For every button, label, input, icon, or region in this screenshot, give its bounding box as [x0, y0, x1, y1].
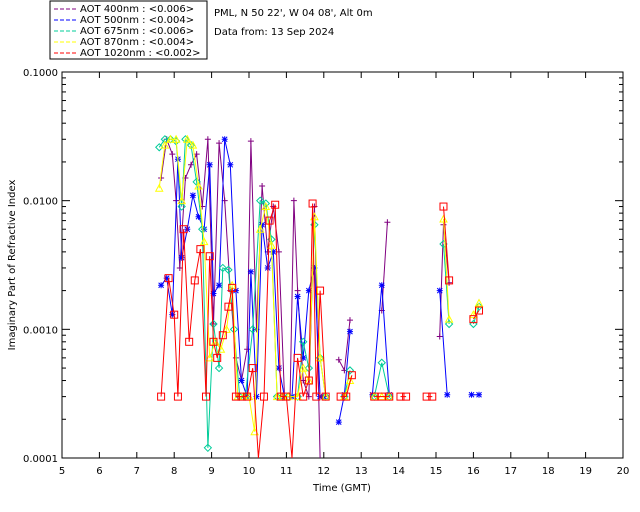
data-point: [158, 282, 165, 289]
data-point: [178, 254, 185, 261]
data-point: [436, 287, 443, 294]
data-point: [244, 346, 251, 353]
data-point: [378, 282, 385, 289]
y-tick-label: 0.0100: [23, 197, 58, 208]
x-tick-label: 19: [579, 466, 592, 477]
data-point: [290, 197, 297, 204]
site-info: PML, N 50 22', W 04 08', Alt 0m: [214, 8, 373, 19]
series-line: [158, 138, 327, 448]
legend: AOT 400nm : <0.006> AOT 500nm : <0.004> …: [49, 0, 208, 60]
data-point: [294, 287, 301, 294]
x-tick-label: 7: [134, 466, 140, 477]
data-point: [468, 391, 475, 398]
x-tick-label: 12: [317, 466, 330, 477]
data-point: [204, 136, 211, 143]
data-point: [216, 140, 223, 147]
y-tick-label: 0.1000: [23, 68, 58, 79]
data-point: [346, 317, 353, 324]
x-axis-label: Time (GMT): [312, 483, 371, 494]
data-point: [227, 161, 234, 168]
x-tick-label: 18: [542, 466, 555, 477]
data-point: [221, 136, 228, 143]
x-tick-label: 14: [392, 466, 405, 477]
data-point: [188, 161, 195, 168]
data-point: [294, 293, 301, 300]
y-tick-label: 0.0001: [23, 454, 58, 465]
series-line: [371, 285, 390, 395]
data-point: [216, 282, 223, 289]
series-line: [160, 137, 321, 459]
data-point: [247, 268, 254, 275]
legend-label-870nm: AOT 870nm : <0.004>: [80, 37, 194, 48]
legend-label-1020nm: AOT 1020nm : <0.002>: [80, 48, 200, 59]
data-point: [384, 219, 391, 226]
x-tick-label: 20: [617, 466, 630, 477]
y-axis-label: Imaginary Part of Refractive Index: [7, 180, 18, 351]
data-point: [469, 319, 478, 329]
legend-label-400nm: AOT 400nm : <0.006>: [80, 4, 194, 15]
x-tick-label: 13: [355, 466, 368, 477]
data-point: [335, 356, 342, 363]
x-tick-label: 17: [504, 466, 517, 477]
x-tick-label: 15: [430, 466, 443, 477]
data-point: [206, 161, 213, 168]
data-point: [189, 192, 196, 199]
x-tick-label: 6: [96, 466, 102, 477]
data-point: [335, 419, 342, 426]
data-point: [169, 151, 176, 158]
x-tick-label: 11: [280, 466, 293, 477]
x-tick-label: 8: [171, 466, 177, 477]
series-line: [439, 290, 448, 395]
series-line: [158, 138, 327, 432]
data-point: [444, 391, 451, 398]
data-point: [476, 391, 483, 398]
series-4: [157, 199, 484, 459]
legend-label-500nm: AOT 500nm : <0.004>: [80, 15, 194, 26]
data-point: [275, 365, 282, 372]
data-point: [259, 183, 266, 190]
x-axis: 5 6 7 8 9 10 11 12 13 14 15 16 17 18 19 20: [59, 72, 630, 477]
x-tick-label: 5: [59, 466, 65, 477]
date-info: Data from: 13 Sep 2024: [214, 27, 334, 38]
x-tick-label: 9: [208, 466, 214, 477]
series-layer: [154, 134, 484, 459]
data-point: [436, 333, 443, 340]
y-tick-label: 0.0010: [23, 325, 58, 336]
x-tick-label: 16: [467, 466, 480, 477]
legend-label-675nm: AOT 675nm : <0.006>: [80, 26, 194, 37]
y-axis: 0.1000 0.0100 0.0010 0.0001: [23, 68, 623, 465]
x-tick-label: 10: [243, 466, 256, 477]
data-point: [346, 328, 353, 335]
chart: AOT 400nm : <0.006> AOT 500nm : <0.004> …: [7, 0, 630, 494]
data-point: [247, 138, 254, 145]
data-point: [238, 377, 245, 384]
